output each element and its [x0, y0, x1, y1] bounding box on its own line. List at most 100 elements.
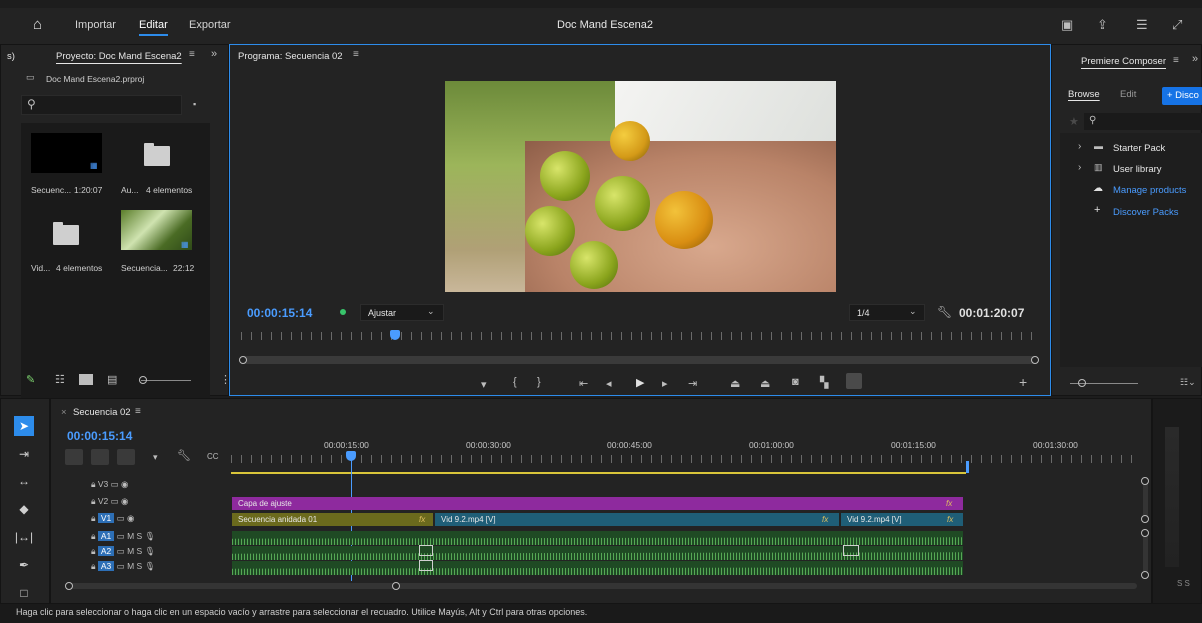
- mute-button[interactable]: M: [127, 546, 134, 556]
- chevron-right-icon[interactable]: ›: [1078, 163, 1081, 173]
- track-header-v3[interactable]: 🔒︎ V3 ▭ ◉: [91, 479, 128, 493]
- safe-margins-icon[interactable]: [846, 373, 862, 389]
- track-header-a3[interactable]: 🔒︎ A3 ▭ M S 🎙︎: [91, 561, 155, 575]
- ripple-edit-icon[interactable]: ↔: [14, 471, 34, 491]
- composer-search-input[interactable]: [1084, 113, 1202, 130]
- wrench-icon[interactable]: 🔧︎: [937, 306, 952, 318]
- star-icon[interactable]: ★: [1069, 117, 1079, 128]
- adjustment-layer-clip[interactable]: Capa de ajuste: [232, 497, 963, 510]
- wrench-icon[interactable]: 🔧︎: [177, 451, 191, 462]
- transition-marker[interactable]: [843, 545, 859, 556]
- workspaces-icon[interactable]: ☰: [1136, 18, 1148, 31]
- zoom-slider-handle[interactable]: [139, 376, 147, 384]
- timeline-h-scrollbar[interactable]: [67, 583, 1137, 589]
- solo-button[interactable]: S: [137, 531, 143, 541]
- playhead-marker[interactable]: [390, 330, 400, 340]
- share-icon[interactable]: ⇪: [1097, 18, 1108, 31]
- track-header-v1[interactable]: 🔒︎ V1 ▭ ◉: [91, 513, 134, 527]
- mark-in-icon[interactable]: {: [513, 376, 517, 388]
- snap-icon[interactable]: [91, 449, 109, 465]
- track-header-a1[interactable]: 🔒︎ A1 ▭ M S 🎙︎: [91, 531, 155, 545]
- left-panel-fragment[interactable]: s): [7, 51, 15, 62]
- rectangle-tool-icon[interactable]: □: [14, 583, 34, 603]
- v-scroll-handle[interactable]: [1141, 571, 1149, 579]
- h-scroll-left-handle[interactable]: [65, 582, 73, 590]
- go-to-out-icon[interactable]: ⇥: [688, 377, 697, 390]
- chevron-right-icon[interactable]: ›: [1078, 142, 1081, 152]
- size-slider-handle[interactable]: [1078, 379, 1086, 387]
- panel-menu-icon[interactable]: ≡: [353, 50, 359, 60]
- v-scroll-handle[interactable]: [1141, 477, 1149, 485]
- starter-pack-item[interactable]: Starter Pack: [1113, 143, 1165, 154]
- overflow-icon[interactable]: »: [211, 49, 217, 60]
- track-select-icon[interactable]: ⇥: [14, 444, 34, 464]
- selection-tool-icon[interactable]: ➤: [14, 416, 34, 436]
- v-scroll-handle[interactable]: [1141, 515, 1149, 523]
- discover-packs-link[interactable]: Discover Packs: [1113, 207, 1178, 218]
- slip-tool-icon[interactable]: |↔|: [14, 527, 34, 547]
- edit-tab[interactable]: Edit: [1120, 89, 1136, 100]
- program-tab[interactable]: Programa: Secuencia 02: [238, 51, 343, 62]
- menu-editar[interactable]: Editar: [139, 19, 168, 36]
- video-clip[interactable]: Vid 9.2.mp4 [V]: [435, 513, 839, 526]
- camera-icon[interactable]: ◙: [792, 376, 799, 388]
- discover-button[interactable]: + Disco: [1162, 87, 1202, 105]
- manage-products-link[interactable]: Manage products: [1113, 185, 1186, 196]
- step-forward-icon[interactable]: ▸: [662, 377, 668, 390]
- add-marker-icon[interactable]: ▾: [153, 453, 158, 462]
- menu-exportar[interactable]: Exportar: [189, 19, 231, 31]
- nest-toggle-icon[interactable]: [65, 449, 83, 465]
- linked-select-icon[interactable]: [117, 449, 135, 465]
- h-scroll-right-handle[interactable]: [392, 582, 400, 590]
- track-header-v2[interactable]: 🔒︎ V2 ▭ ◉: [91, 496, 128, 510]
- freeform-view-icon[interactable]: ▤: [107, 375, 117, 386]
- audio-clip[interactable]: [232, 561, 963, 575]
- v-scroll-handle[interactable]: [1141, 529, 1149, 537]
- video-clip[interactable]: Vid 9.2.mp4 [V]: [841, 513, 963, 526]
- new-bin-icon[interactable]: ▪: [193, 100, 196, 109]
- scrollbar-left-handle[interactable]: [239, 356, 247, 364]
- transition-marker[interactable]: [419, 545, 433, 556]
- timeline-v-scrollbar-video[interactable]: [1143, 479, 1148, 519]
- solo-button[interactable]: S: [137, 561, 143, 571]
- icon-view-icon[interactable]: [79, 374, 93, 385]
- captions-icon[interactable]: CC: [207, 453, 219, 461]
- zoom-slider[interactable]: [141, 380, 191, 381]
- mute-button[interactable]: M: [127, 561, 134, 571]
- add-button-icon[interactable]: +: [1019, 374, 1027, 390]
- transition-marker[interactable]: [419, 560, 433, 571]
- program-timecode[interactable]: 00:00:15:14: [247, 306, 312, 320]
- work-area-bar[interactable]: [231, 472, 966, 474]
- audio-clip[interactable]: [232, 531, 963, 545]
- step-back-icon[interactable]: ◂: [606, 377, 612, 390]
- track-header-a2[interactable]: 🔒︎ A2 ▭ M S 🎙︎: [91, 546, 155, 560]
- nested-sequence-clip[interactable]: Secuencia anidada 01: [232, 513, 433, 526]
- pen-tool-icon[interactable]: ✒: [14, 555, 34, 575]
- panel-menu-icon[interactable]: ≡: [1173, 56, 1179, 66]
- razor-tool-icon[interactable]: ◆: [14, 499, 34, 519]
- view-options-icon[interactable]: ☷⌄: [1180, 378, 1196, 387]
- mute-button[interactable]: M: [127, 531, 134, 541]
- search-input[interactable]: [21, 95, 182, 115]
- add-marker-icon[interactable]: ▾: [481, 378, 487, 391]
- extract-icon[interactable]: ⏏: [760, 377, 770, 390]
- panel-menu-icon[interactable]: ≡: [189, 50, 195, 60]
- pencil-icon[interactable]: ✎: [26, 375, 35, 386]
- comparison-view-icon[interactable]: ▚: [820, 376, 828, 389]
- close-tab-icon[interactable]: ×: [61, 407, 67, 418]
- go-to-in-icon[interactable]: ⇤: [579, 377, 588, 390]
- solo-button[interactable]: S: [137, 546, 143, 556]
- folder-icon[interactable]: [144, 143, 170, 166]
- menu-importar[interactable]: Importar: [75, 19, 116, 31]
- timeline-v-scrollbar-audio[interactable]: [1143, 531, 1148, 573]
- project-tab[interactable]: Proyecto: Doc Mand Escena2: [56, 51, 182, 62]
- list-view-icon[interactable]: ☷: [55, 375, 65, 386]
- sequence-tab[interactable]: Secuencia 02: [73, 407, 131, 418]
- mark-out-icon[interactable]: }: [537, 376, 541, 388]
- timeline-timecode[interactable]: 00:00:15:14: [67, 429, 132, 443]
- browse-tab[interactable]: Browse: [1068, 89, 1100, 100]
- panel-menu-icon[interactable]: ≡: [135, 407, 141, 417]
- user-library-item[interactable]: User library: [1113, 164, 1162, 175]
- overflow-icon[interactable]: »: [1192, 54, 1198, 65]
- home-icon[interactable]: ⌂: [33, 17, 42, 32]
